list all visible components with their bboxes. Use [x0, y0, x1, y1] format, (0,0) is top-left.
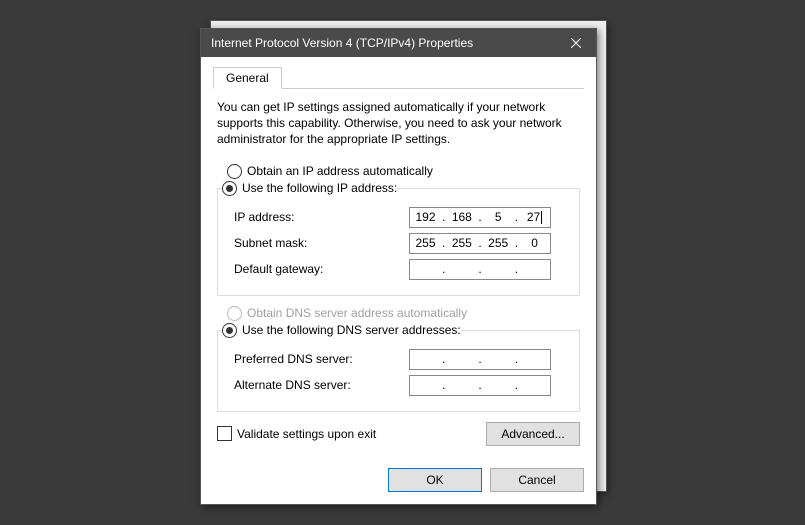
- tabstrip: General: [213, 67, 584, 89]
- radio-dns-manual[interactable]: Use the following DNS server addresses:: [222, 323, 461, 338]
- close-button[interactable]: [556, 29, 596, 57]
- radio-icon: [227, 164, 242, 179]
- dialog-footer: OK Cancel: [201, 458, 596, 504]
- subnet-mask-input[interactable]: 255. 255. 255. 0: [409, 233, 551, 254]
- default-gateway-label: Default gateway:: [228, 262, 409, 276]
- preferred-dns-label: Preferred DNS server:: [228, 352, 409, 366]
- description-text: You can get IP settings assigned automat…: [217, 99, 580, 148]
- window-title: Internet Protocol Version 4 (TCP/IPv4) P…: [211, 36, 473, 50]
- ip-address-input[interactable]: 192. 168. 5. 27: [409, 207, 551, 228]
- titlebar: Internet Protocol Version 4 (TCP/IPv4) P…: [201, 29, 596, 57]
- alternate-dns-label: Alternate DNS server:: [228, 378, 409, 392]
- default-gateway-input[interactable]: . . .: [409, 259, 551, 280]
- subnet-mask-label: Subnet mask:: [228, 236, 409, 250]
- dialog-body: General You can get IP settings assigned…: [201, 57, 596, 458]
- radio-ip-auto-label: Obtain an IP address automatically: [247, 164, 433, 178]
- radio-dns-manual-label: Use the following DNS server addresses:: [242, 323, 461, 337]
- preferred-dns-input[interactable]: . . .: [409, 349, 551, 370]
- validate-label: Validate settings upon exit: [237, 427, 376, 441]
- close-icon: [571, 38, 581, 48]
- ip-group: Use the following IP address: IP address…: [217, 181, 580, 296]
- radio-ip-manual-label: Use the following IP address:: [242, 181, 397, 195]
- radio-ip-auto[interactable]: Obtain an IP address automatically: [227, 164, 584, 179]
- radio-dns-auto-label: Obtain DNS server address automatically: [247, 306, 467, 320]
- text-caret: [541, 211, 542, 224]
- radio-ip-manual[interactable]: Use the following IP address:: [222, 181, 397, 196]
- tab-general[interactable]: General: [213, 67, 282, 89]
- validate-checkbox[interactable]: [217, 426, 232, 441]
- advanced-button[interactable]: Advanced...: [486, 422, 580, 446]
- ok-button[interactable]: OK: [388, 468, 482, 492]
- radio-icon: [222, 323, 237, 338]
- dns-group: Use the following DNS server addresses: …: [217, 323, 580, 412]
- radio-dns-auto: Obtain DNS server address automatically: [227, 306, 584, 321]
- ip-address-label: IP address:: [228, 210, 409, 224]
- alternate-dns-input[interactable]: . . .: [409, 375, 551, 396]
- cancel-button[interactable]: Cancel: [490, 468, 584, 492]
- radio-icon: [222, 181, 237, 196]
- properties-dialog: Internet Protocol Version 4 (TCP/IPv4) P…: [200, 28, 597, 505]
- radio-icon: [227, 306, 242, 321]
